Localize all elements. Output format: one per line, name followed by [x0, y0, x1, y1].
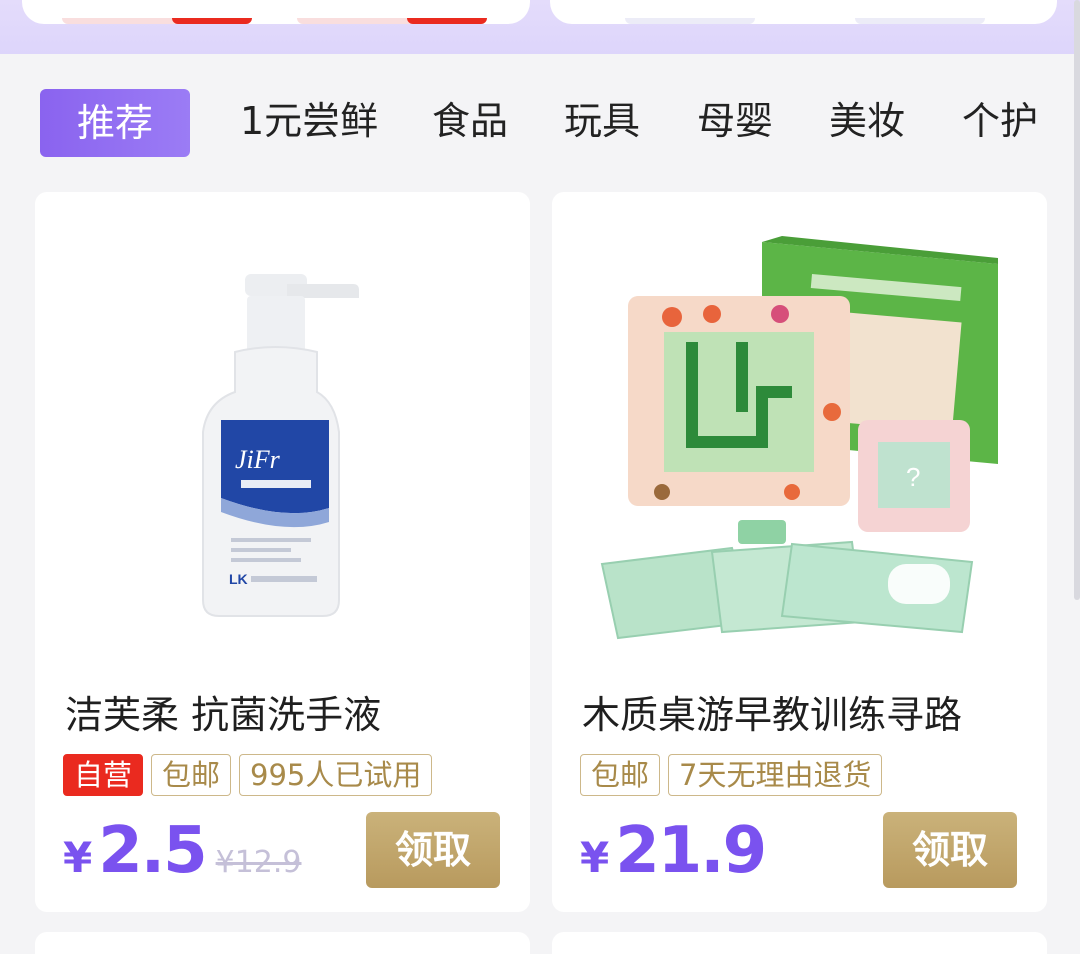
category-tabs: 推荐 1元尝鲜 食品 玩具 母婴 美妆 个护 [0, 86, 1080, 160]
tag-self-operated: 自营 [63, 754, 144, 796]
tab-food[interactable]: 食品 [432, 86, 508, 156]
previous-card-left[interactable] [22, 0, 530, 24]
tag-trial-count: 995人已试用 [239, 754, 433, 796]
wayfinding-puzzle-image: ? [600, 236, 998, 640]
product-tags: 自营 包邮 995人已试用 [63, 754, 433, 796]
svg-text:?: ? [906, 462, 920, 492]
current-price: 21.9 [615, 814, 767, 888]
svg-text:JiFr: JiFr [235, 445, 281, 474]
stub-red-2 [407, 18, 487, 24]
stub-red [172, 18, 252, 24]
stub-grey-2 [855, 18, 985, 24]
currency-symbol: ¥ [63, 833, 93, 882]
tab-toys[interactable]: 玩具 [564, 86, 640, 156]
next-product-card[interactable] [35, 932, 530, 954]
tab-personal-care[interactable]: 个护 [962, 86, 1038, 156]
tag-free-shipping: 包邮 [580, 754, 661, 796]
tab-beauty[interactable]: 美妆 [829, 86, 905, 156]
previous-card-right[interactable] [550, 0, 1057, 24]
currency-symbol: ¥ [580, 833, 610, 882]
claim-button[interactable]: 领取 [366, 812, 500, 888]
next-product-card[interactable] [552, 932, 1047, 954]
tab-mother-baby[interactable]: 母婴 [697, 86, 773, 156]
hand-soap-bottle-image: JiFr LK [202, 274, 359, 617]
price: ¥ 21.9 [580, 814, 767, 888]
tag-free-shipping: 包邮 [151, 754, 232, 796]
tag-seven-day-return: 7天无理由退货 [668, 754, 883, 796]
price: ¥ 2.5 ¥12.9 [63, 814, 302, 888]
product-title: 洁芙柔 抗菌洗手液 [65, 693, 382, 737]
current-price: 2.5 [98, 814, 207, 888]
product-card[interactable]: ? 木质桌游早教训练寻路 包邮 7天无理由退货 ¥ 21.9 领取 [552, 192, 1047, 912]
tab-one-yuan-trial[interactable]: 1元尝鲜 [240, 86, 378, 156]
tab-recommend[interactable]: 推荐 [40, 89, 190, 157]
claim-button[interactable]: 领取 [883, 812, 1017, 888]
original-price: ¥12.9 [215, 845, 302, 880]
product-card[interactable]: JiFr LK 洁芙柔 抗菌洗手液 自营 包邮 995人已试用 ¥ 2.5 ¥1… [35, 192, 530, 912]
svg-text:LK: LK [229, 571, 248, 587]
product-title: 木质桌游早教训练寻路 [582, 693, 963, 737]
product-tags: 包邮 7天无理由退货 [580, 754, 883, 796]
stub-grey [625, 18, 755, 24]
